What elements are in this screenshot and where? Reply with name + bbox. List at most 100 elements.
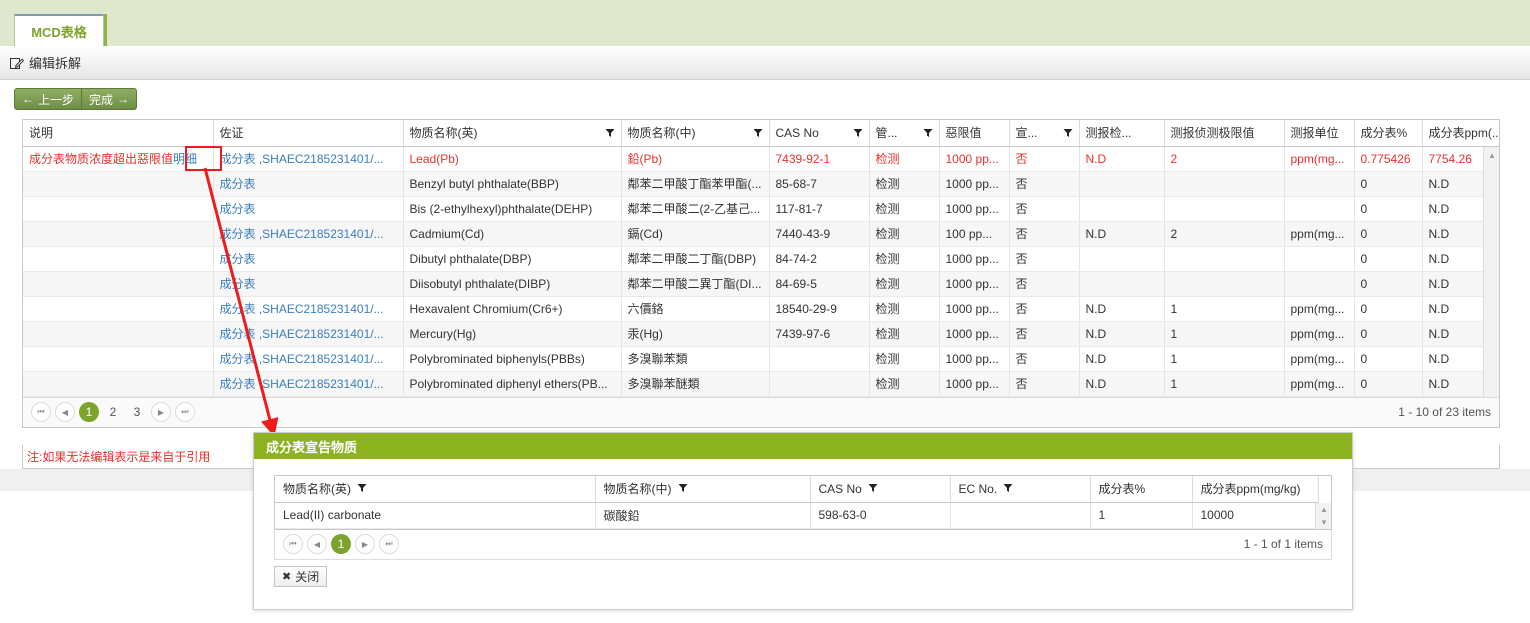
sub-header-title: 编辑拆解 [29, 56, 82, 71]
pager-page-1[interactable]: 1 [331, 534, 351, 554]
dialog-column-header-label: 成分表ppm(mg/kg) [1200, 482, 1301, 497]
column-header[interactable]: 测报检... [1079, 120, 1165, 147]
dialog-column-header[interactable]: 物质名称(英) [275, 476, 596, 503]
evidence-link[interactable]: 成分表 ,SHAEC2185231401/... [220, 152, 384, 166]
previous-step-button[interactable]: ← 上一步 [14, 88, 83, 110]
pager-last-button[interactable]: ⏭ [175, 402, 195, 422]
table-row[interactable]: 成分表 ,SHAEC2185231401/... Polybrominated d… [23, 371, 1499, 397]
cell-control: 检测 [869, 171, 940, 197]
cell-evidence[interactable]: 成分表 ,SHAEC2185231401/... [213, 371, 404, 397]
table-row[interactable]: 成分表 Diisobutyl phthalate(DIBP) 鄰苯二甲酸二異丁酯(D… [23, 271, 1499, 297]
pager-next-button[interactable]: ▶ [355, 534, 375, 554]
column-header[interactable]: 成分表% [1354, 120, 1423, 147]
finish-button[interactable]: 完成 → [82, 88, 138, 110]
grid-vertical-scrollbar[interactable]: ▲ ▼ [1483, 147, 1499, 397]
cell-cas: 85-68-7 [769, 171, 870, 197]
filter-icon[interactable] [1003, 482, 1013, 496]
column-header[interactable]: 惡限值 [939, 120, 1010, 147]
filter-icon[interactable] [678, 482, 688, 496]
dialog-column-header[interactable]: CAS No [810, 476, 951, 503]
column-header[interactable]: 管... [869, 120, 940, 147]
table-row[interactable]: 成分表 Dibutyl phthalate(DBP) 鄰苯二甲酸二丁酯(DBP) 84… [23, 246, 1499, 272]
evidence-link[interactable]: 成分表 ,SHAEC2185231401/... [220, 327, 384, 341]
filter-icon[interactable] [923, 128, 933, 138]
scroll-up-icon[interactable]: ▲ [1484, 147, 1499, 163]
table-row[interactable]: 成分表 ,SHAEC2185231401/... Mercury(Hg) 汞(Hg)… [23, 321, 1499, 347]
pager-first-button[interactable]: ⏮ [31, 402, 51, 422]
table-row[interactable]: 成分表 Benzyl butyl phthalate(BBP) 鄰苯二甲酸丁酯苯甲酯… [23, 171, 1499, 197]
cell-control: 检测 [869, 196, 940, 222]
filter-icon[interactable] [753, 128, 763, 138]
column-header[interactable]: CAS No [769, 120, 870, 147]
column-header[interactable]: 佐证 [213, 120, 404, 147]
filter-icon[interactable] [853, 128, 863, 138]
table-row[interactable]: 成分表 Bis (2-ethylhexyl)phthalate(DEHP) 鄰苯二甲… [23, 196, 1499, 222]
main-data-grid: 说明 佐证 物质名称(英) 物质名称(中) CAS No 管... 惡限值 宣... 测报检..… [22, 119, 1500, 428]
grid-scroll-area: 说明 佐证 物质名称(英) 物质名称(中) CAS No 管... 惡限值 宣... 测报检..… [23, 120, 1499, 397]
pager-last-button[interactable]: ⏭ [379, 534, 399, 554]
evidence-link[interactable]: 成分表 ,SHAEC2185231401/... [220, 352, 384, 366]
cell-name-en: Polybrominated diphenyl ethers(PB... [403, 371, 622, 397]
cell-evidence[interactable]: 成分表 ,SHAEC2185231401/... [213, 321, 404, 347]
dialog-column-header[interactable]: 成分表ppm(mg/kg) [1192, 476, 1319, 503]
dialog-column-header[interactable]: 物质名称(中) [595, 476, 811, 503]
cell-report-detect [1079, 271, 1165, 297]
cell-pct: 0 [1354, 321, 1423, 347]
column-header[interactable]: 测报单位 [1284, 120, 1355, 147]
cell-evidence[interactable]: 成分表 ,SHAEC2185231401/... [213, 221, 404, 247]
previous-step-label: 上一步 [38, 92, 75, 107]
cell-evidence[interactable]: 成分表 [213, 246, 404, 272]
evidence-link[interactable]: 成分表 ,SHAEC2185231401/... [220, 377, 384, 391]
cell-evidence[interactable]: 成分表 [213, 271, 404, 297]
cell-evidence[interactable]: 成分表 [213, 171, 404, 197]
evidence-link[interactable]: 成分表 [220, 252, 256, 266]
evidence-link[interactable]: 成分表 [220, 177, 256, 191]
pager-page-2[interactable]: 2 [103, 402, 123, 422]
evidence-link[interactable]: 成分表 ,SHAEC2185231401/... [220, 227, 384, 241]
filter-icon[interactable] [357, 482, 367, 496]
cell-evidence[interactable]: 成分表 ,SHAEC2185231401/... [213, 296, 404, 322]
main-pager-info: 1 - 10 of 23 items [1398, 405, 1491, 419]
table-row[interactable]: 成分表物质浓度超出惡限值明细 成分表 ,SHAEC2185231401/... Le… [23, 146, 1499, 172]
column-header[interactable]: 宣... [1009, 120, 1080, 147]
close-dialog-button[interactable]: ✖ 关闭 [274, 565, 328, 587]
table-row[interactable]: 成分表 ,SHAEC2185231401/... Cadmium(Cd) 鎘(Cd)… [23, 221, 1499, 247]
pager-first-button[interactable]: ⏮ [283, 534, 303, 554]
column-header[interactable]: 物质名称(英) [403, 120, 622, 147]
evidence-link[interactable]: 成分表 [220, 202, 256, 216]
filter-icon[interactable] [1063, 128, 1073, 138]
evidence-link[interactable]: 成分表 [220, 277, 256, 291]
dialog-body: 物质名称(英) 物质名称(中) CAS No EC No. 成分表% 成分表ppm(mg/… [254, 459, 1352, 560]
column-header[interactable]: 说明 [23, 120, 214, 147]
pager-page-3[interactable]: 3 [127, 402, 147, 422]
filter-icon[interactable] [868, 482, 878, 496]
evidence-link[interactable]: 成分表 ,SHAEC2185231401/... [220, 302, 384, 316]
pager-prev-button[interactable]: ◀ [307, 534, 327, 554]
cell-name-cn: 鄰苯二甲酸丁酯苯甲酯(... [621, 171, 770, 197]
column-header[interactable]: 测报侦测极限值 [1164, 120, 1285, 147]
table-row[interactable]: 成分表 ,SHAEC2185231401/... Hexavalent Chrom… [23, 296, 1499, 322]
cell-description [23, 221, 214, 247]
cell-evidence[interactable]: 成分表 [213, 196, 404, 222]
cell-pct: 0.775426 [1354, 146, 1423, 172]
dialog-table-row[interactable]: Lead(II) carbonate 碳酸鉛 598-63-0 1 10000 [275, 502, 1319, 529]
column-header[interactable]: 成分表ppm(... [1422, 120, 1499, 147]
detail-link[interactable]: 明细 [173, 152, 197, 166]
tab-strip: MCD表格 [0, 0, 1530, 46]
pager-next-button[interactable]: ▶ [151, 402, 171, 422]
cell-evidence[interactable]: 成分表 ,SHAEC2185231401/... [213, 346, 404, 372]
cell-evidence[interactable]: 成分表 ,SHAEC2185231401/... [213, 146, 404, 172]
dialog-scroll-down-icon[interactable]: ▼ [1316, 516, 1332, 529]
table-row[interactable]: 成分表 ,SHAEC2185231401/... Polybrominated b… [23, 346, 1499, 372]
dialog-scroll-up-icon[interactable]: ▲ [1316, 503, 1332, 516]
tab-mcd-table[interactable]: MCD表格 [14, 14, 104, 46]
pager-prev-button[interactable]: ◀ [55, 402, 75, 422]
cell-name-cn: 鄰苯二甲酸二丁酯(DBP) [621, 246, 770, 272]
pager-page-1[interactable]: 1 [79, 402, 99, 422]
dialog-column-header[interactable]: EC No. [950, 476, 1091, 503]
dialog-vertical-scrollbar[interactable]: ▲ ▼ [1315, 503, 1331, 529]
cell-report-limit [1164, 196, 1285, 222]
filter-icon[interactable] [605, 128, 615, 138]
dialog-column-header[interactable]: 成分表% [1090, 476, 1193, 503]
column-header[interactable]: 物质名称(中) [621, 120, 770, 147]
